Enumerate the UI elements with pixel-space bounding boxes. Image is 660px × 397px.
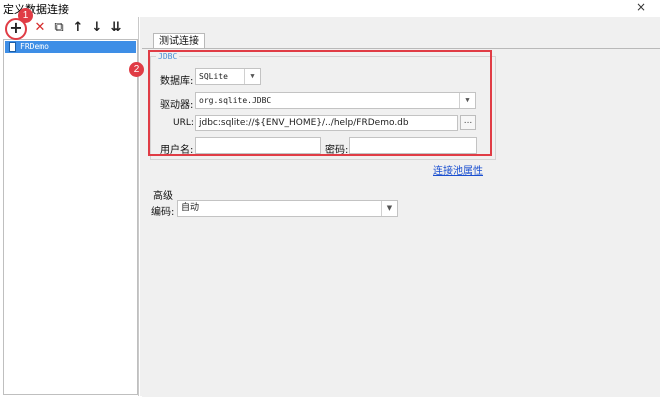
connection-pool-link[interactable]: 连接池属性 <box>433 162 483 177</box>
window-title: 定义数据连接 <box>3 3 69 16</box>
sort-icon[interactable]: ⇊ <box>109 21 123 35</box>
tab-test-connection[interactable]: 测试连接 <box>153 33 205 49</box>
encoding-select[interactable]: 自动 ▼ <box>177 200 398 217</box>
connection-list-panel: + ✕ ⧉ ↑ ↓ ⇊ FRDemo <box>0 17 139 396</box>
move-down-icon[interactable]: ↓ <box>90 21 104 35</box>
encoding-label: 编码: <box>151 207 175 218</box>
title-bar: 定义数据连接 × <box>0 0 660 17</box>
close-icon[interactable]: × <box>636 0 646 14</box>
tree-item-label: FRDemo <box>20 42 49 51</box>
database-icon <box>9 42 16 52</box>
encoding-value: 自动 <box>181 203 200 213</box>
advanced-title: 高级 <box>153 191 173 202</box>
tree-item-frdemo[interactable]: FRDemo <box>5 41 136 53</box>
connection-tree[interactable]: FRDemo <box>3 39 138 395</box>
annotation-badge-1: 1 <box>18 8 33 23</box>
annotation-badge-2: 2 <box>129 62 144 77</box>
jdbc-highlight-box <box>148 50 492 156</box>
delete-icon[interactable]: ✕ <box>33 21 47 35</box>
copy-icon[interactable]: ⧉ <box>52 21 66 35</box>
move-up-icon[interactable]: ↑ <box>71 21 85 35</box>
chevron-down-icon: ▼ <box>381 201 397 216</box>
